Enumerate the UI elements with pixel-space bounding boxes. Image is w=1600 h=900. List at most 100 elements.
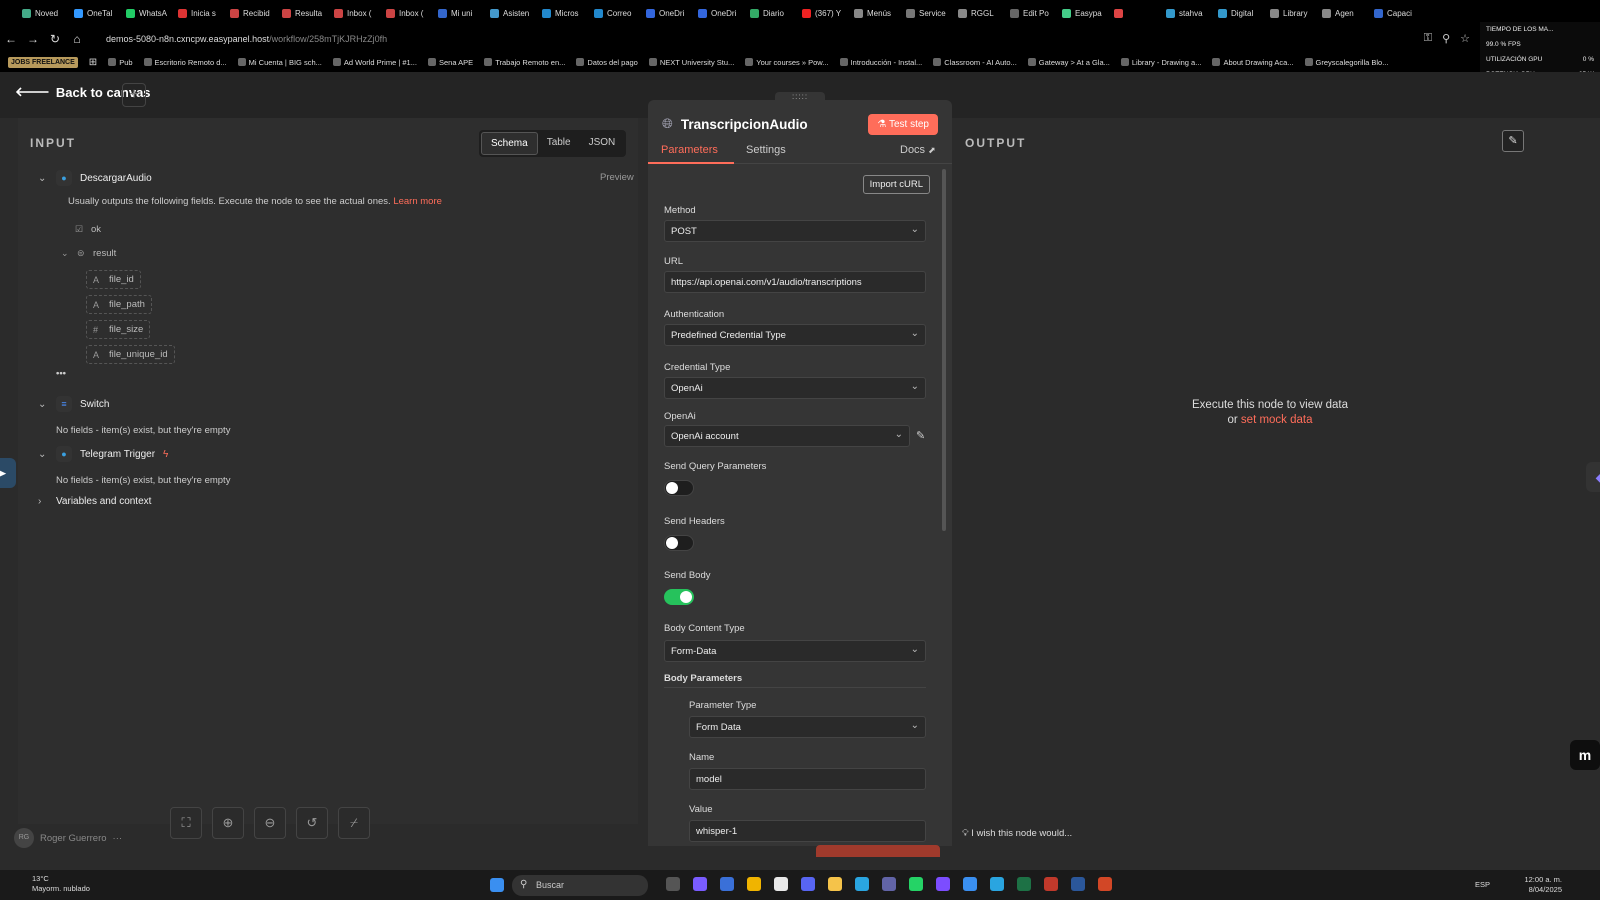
test-step-button[interactable]: ⚗ Test step [868,114,938,135]
browser-tab[interactable]: Library [1270,8,1322,18]
bookmark-item[interactable]: Introducción - Instal... [839,58,922,67]
view-json-button[interactable]: JSON [580,132,625,155]
taskbar-app-icon[interactable] [909,877,923,891]
variables-and-context[interactable]: › Variables and context [38,496,151,507]
browser-tab[interactable]: OneDri [646,8,698,18]
value-input[interactable]: whisper-1 [689,820,926,842]
zoom-icon[interactable]: ⚲ [1442,32,1450,45]
taskbar-app-icon[interactable] [936,877,950,891]
browser-tab[interactable]: OneTal [74,8,126,18]
node-descargaraudio[interactable]: ⌄ ● DescargarAudio [38,170,152,186]
browser-tab[interactable]: Capaci [1374,8,1426,18]
browser-tab[interactable]: Resulta [282,8,334,18]
scrollbar[interactable] [942,169,946,531]
authentication-select[interactable]: Predefined Credential Type ⌄ [664,324,926,346]
node-telegram-trigger[interactable]: ⌄ ● Telegram Trigger ϟ [38,446,168,462]
fit-view-button[interactable]: ⛶ [170,807,202,839]
field-ok[interactable]: ☑ ok [68,220,108,239]
bookmark-item[interactable]: Datos del pago [576,58,638,67]
taskbar-app-icon[interactable] [828,877,842,891]
taskbar-app-icon[interactable] [990,877,1004,891]
field-file-unique-id[interactable]: A file_unique_id [86,345,175,364]
reset-zoom-button[interactable]: ↺ [296,807,328,839]
bookmark-item[interactable]: Library - Drawing a... [1120,58,1201,67]
field-file-id[interactable]: A file_id [86,270,141,289]
browser-tab[interactable]: stahva [1166,8,1218,18]
node-switch[interactable]: ⌄ ≡ Switch [38,396,109,412]
body-content-type-select[interactable]: Form-Data ⌄ [664,640,926,662]
reload-icon[interactable]: ↻ [44,32,66,46]
node-title-text[interactable]: TranscripcionAudio [681,117,808,132]
browser-tab[interactable]: Noved [22,8,74,18]
browser-tab[interactable]: Edit Po [1010,8,1062,18]
bookmark-item[interactable]: Sena APE [427,58,473,67]
tab-settings[interactable]: Settings [746,144,786,156]
browser-tab[interactable]: Recibid [230,8,282,18]
browser-tab[interactable]: Diario [750,8,802,18]
browser-tab[interactable]: Inbox ( [334,8,386,18]
key-icon[interactable]: ⚿ [1424,32,1432,45]
credential-type-select[interactable]: OpenAi ⌄ [664,377,926,399]
url-field[interactable]: demos-5080-n8n.cxncpw.easypanel.host/wor… [106,34,387,44]
url-input[interactable]: https://api.openai.com/v1/audio/transcri… [664,271,926,293]
send-body-toggle[interactable] [664,589,694,605]
bookmark-item[interactable]: Mi Cuenta | BIG sch... [237,58,322,67]
bookmark-item[interactable]: Your courses » Pow... [745,58,829,67]
more-fields-button[interactable]: ••• [56,368,66,379]
taskbar-app-icon[interactable] [855,877,869,891]
browser-tab[interactable]: Mi uni [438,8,490,18]
name-input[interactable]: model [689,768,926,790]
method-select[interactable]: POST ⌄ [664,220,926,242]
home-icon[interactable]: ⌂ [66,32,88,46]
browser-tab[interactable]: Inicia s [178,8,230,18]
jobs-freelance-badge[interactable]: JOBS FREELANCE [8,56,78,68]
taskbar-app-icon[interactable] [1098,877,1112,891]
tab-parameters[interactable]: Parameters [661,144,718,156]
star-icon[interactable]: ☆ [1460,32,1470,45]
browser-tab[interactable]: Inbox ( [386,8,438,18]
openai-credential-select[interactable]: OpenAi account ⌄ [664,425,910,447]
set-mock-data-link[interactable]: set mock data [1241,414,1313,426]
browser-tab[interactable] [1114,8,1166,18]
apps-grid-icon[interactable]: ⊞ [89,57,97,68]
taskbar-app-icon[interactable] [1017,877,1031,891]
edit-output-button[interactable]: ✎ [1502,130,1524,152]
bookmark-item[interactable]: Greyscalegorilla Blo... [1304,58,1388,67]
parameter-type-select[interactable]: Form Data ⌄ [689,716,926,738]
browser-tab[interactable]: Correo [594,8,646,18]
more-icon[interactable]: ··· [113,833,123,844]
browser-tab[interactable]: Asisten [490,8,542,18]
taskbar-app-icon[interactable] [720,877,734,891]
taskbar-app-icon[interactable] [747,877,761,891]
field-file-path[interactable]: A file_path [86,295,152,314]
browser-tab[interactable]: Micros [542,8,594,18]
taskbar-app-icon[interactable] [882,877,896,891]
taskbar-app-icon[interactable] [963,877,977,891]
browser-tab[interactable]: Service [906,8,958,18]
browser-tab[interactable]: (367) Y [802,8,854,18]
left-edge-telegram-icon[interactable]: ➤ [0,458,16,488]
back-arrow-icon[interactable]: ← [0,32,22,46]
import-curl-button[interactable]: Import cURL [862,175,930,194]
view-table-button[interactable]: Table [538,132,580,155]
start-icon[interactable] [490,878,504,892]
execute-workflow-button[interactable] [816,845,940,857]
view-schema-button[interactable]: Schema [481,132,538,155]
language-indicator[interactable]: ESP [1475,880,1490,889]
taskbar-app-icon[interactable] [774,877,788,891]
taskbar-app-icon[interactable] [1044,877,1058,891]
browser-tab[interactable]: Digital [1218,8,1270,18]
tab-docs[interactable]: Docs ⬈ [900,144,936,156]
forward-arrow-icon[interactable]: → [22,32,44,46]
add-node-button[interactable]: + [122,83,146,107]
bookmark-item[interactable]: Gateway > At a Gla... [1027,58,1110,67]
taskbar-app-icon[interactable] [1071,877,1085,891]
browser-tab[interactable]: OneDri [698,8,750,18]
browser-tab[interactable]: RGGL [958,8,1010,18]
right-edge-node-icon[interactable]: ◆ [1586,462,1600,492]
zoom-in-button[interactable]: ⊕ [212,807,244,839]
learn-more-link[interactable]: Learn more [393,196,442,207]
tidy-up-button[interactable]: ⌿ [338,807,370,839]
bookmark-item[interactable]: Pub [108,58,133,67]
field-result[interactable]: ⌄ ⊜ result [54,244,123,263]
